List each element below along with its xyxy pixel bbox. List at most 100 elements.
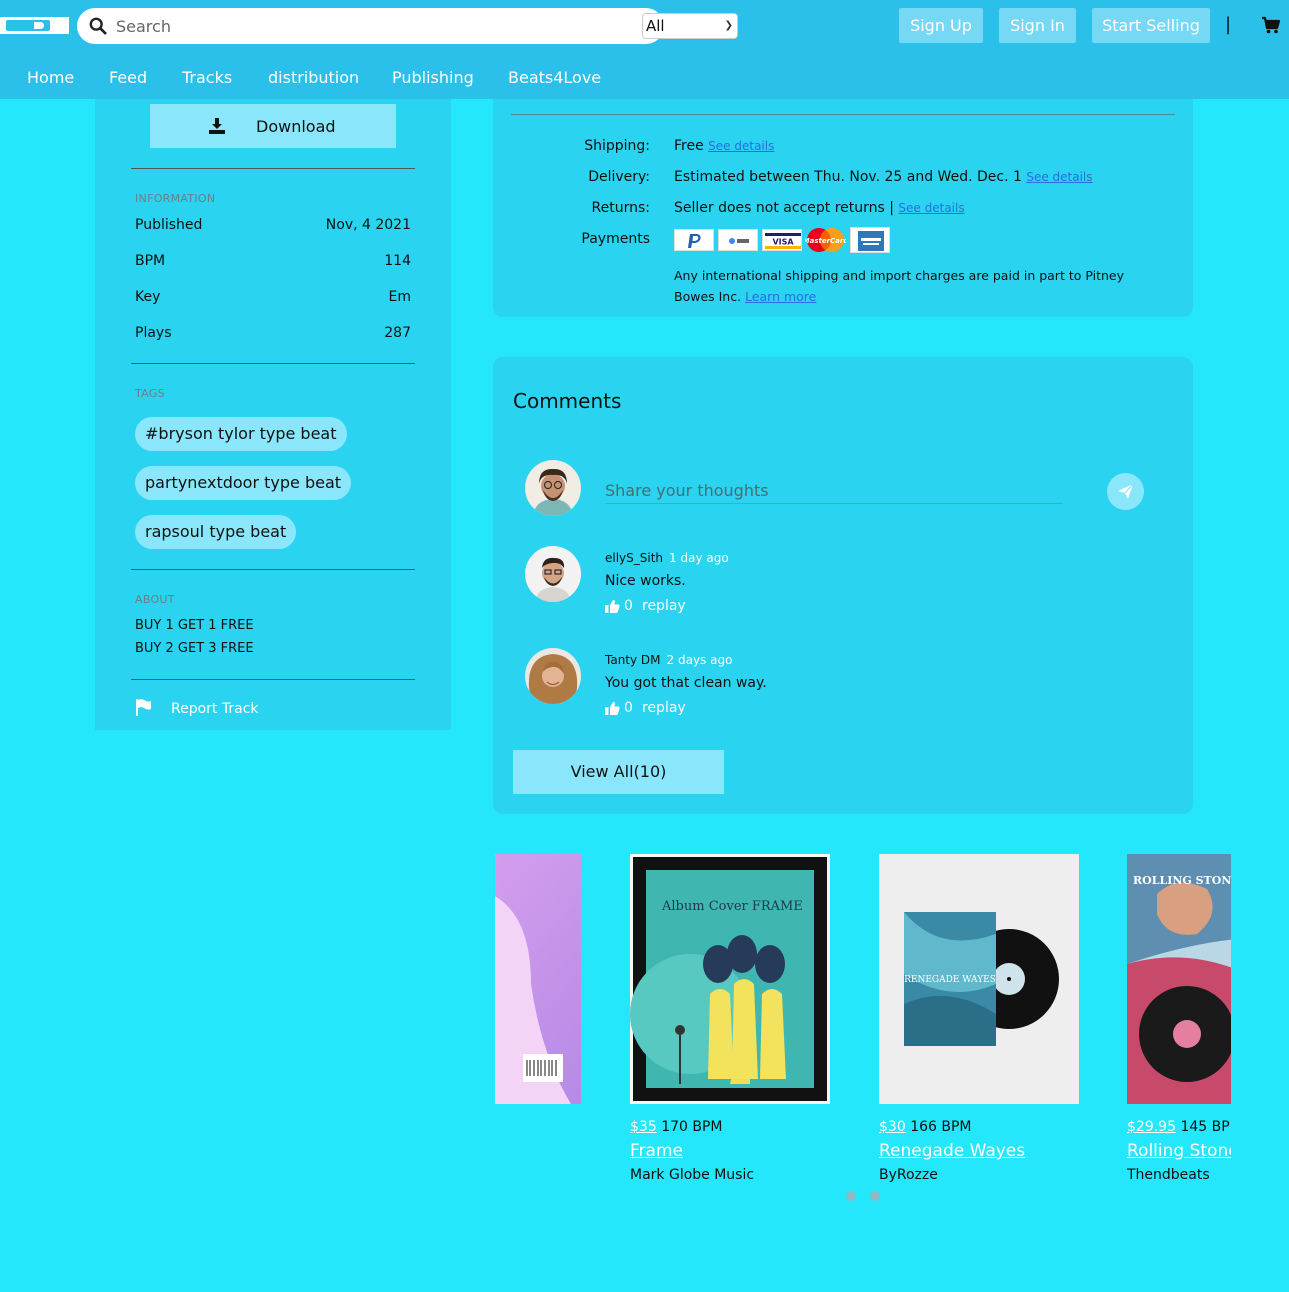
mastercard-icon: MasterCard [803,227,849,253]
nav-home[interactable]: Home [27,68,74,87]
download-icon [209,118,225,134]
divider [131,363,415,364]
divider [511,114,1175,115]
shipping-label: Shipping: [584,138,650,154]
returns-value: Seller does not accept returns | See det… [674,200,965,216]
product-price[interactable]: $29.95 [1127,1119,1176,1135]
delivery-label: Delivery: [588,169,650,185]
thumbs-up-icon[interactable] [605,599,620,613]
tags-title: TAGS [135,387,165,400]
site-logo[interactable] [0,17,69,34]
shipping-note: Any international shipping and import ch… [674,265,1134,307]
info-value: 114 [384,253,411,269]
header-separator: | [1225,14,1232,35]
svg-text:VISA: VISA [772,238,794,247]
information-title: INFORMATION [135,192,216,205]
sign-in-button[interactable]: Sign In [999,8,1076,43]
info-published: Published Nov, 4 2021 [135,217,411,233]
product-artist[interactable]: Mark Globe Music [630,1167,754,1183]
product-price[interactable]: $30 [879,1119,906,1135]
product-meta: $35 170 BPM [630,1119,723,1135]
product-title[interactable]: Frame [630,1141,683,1161]
comment-text: You got that clean way. [605,675,767,691]
product-artwork[interactable] [495,854,581,1104]
tag-chip[interactable]: rapsoul type beat [135,515,297,549]
comments-panel: Comments ellyS_Sith1 day [493,357,1193,814]
reply-button[interactable]: replay [642,598,686,614]
comment-input[interactable] [605,478,1063,504]
divider [131,679,415,680]
product-price[interactable]: $35 [630,1119,657,1135]
nav-distribution[interactable]: distribution [268,68,359,87]
product-title[interactable]: Renegade Wayes [879,1141,1025,1161]
carousel-dot[interactable] [870,1191,880,1201]
download-label: Download [256,117,336,136]
category-select[interactable]: All ❯ [642,13,738,39]
info-value: Nov, 4 2021 [325,217,411,233]
nav-feed[interactable]: Feed [109,68,147,87]
send-icon [1118,483,1134,499]
nav-publishing[interactable]: Publishing [392,68,474,87]
shipping-value: Free See details [674,138,774,154]
product-artwork[interactable]: ROLLING STONES [1127,854,1231,1104]
carousel-dot[interactable] [846,1191,856,1201]
category-select-value: All [646,17,665,35]
comment-meta: Tanty DM 2 days ago [605,653,732,667]
product-title[interactable]: Rolling Stone [1127,1141,1231,1161]
comment-username[interactable]: Tanty DM [605,653,661,667]
chevron-down-icon: ❯ [724,20,733,31]
info-label: Key [135,289,161,305]
paypal-icon [674,229,714,251]
product-artwork[interactable]: Album Cover FRAME [630,854,830,1104]
search-icon[interactable] [89,17,107,35]
track-sidebar: Download INFORMATION Published Nov, 4 20… [95,99,451,730]
comment-time: 1 day ago [669,551,729,565]
view-all-comments-button[interactable]: View All(10) [513,750,724,794]
start-selling-button[interactable]: Start Selling [1092,8,1210,43]
tag-chip[interactable]: partynextdoor type beat [135,466,352,500]
nav-beats4love[interactable]: Beats4Love [508,68,601,87]
delivery-details-link[interactable]: See details [1026,170,1092,184]
info-key: Key Em [135,289,411,305]
tag-chip[interactable]: #bryson tylor type beat [135,417,347,451]
shipping-panel: Shipping: Free See details Delivery: Est… [493,99,1193,317]
returns-label: Returns: [591,200,650,216]
returns-details-link[interactable]: See details [898,201,964,215]
product-artwork[interactable]: RENEGADE WAYES [879,854,1079,1104]
divider [131,569,415,570]
google-pay-icon [718,229,758,251]
info-label: Plays [135,325,172,341]
send-comment-button[interactable] [1107,473,1144,510]
about-title: ABOUT [135,593,175,606]
artwork-title-text: RENEGADE WAYES [904,975,996,985]
flag-icon [136,699,151,716]
download-button[interactable]: Download [150,104,396,148]
info-label: Published [135,217,203,233]
reply-button[interactable]: replay [642,700,686,716]
like-count: 0 [624,700,633,716]
product-artist[interactable]: Thendbeats [1127,1167,1210,1183]
search-input[interactable] [116,15,536,37]
payments-label: Payments [581,231,650,247]
shipping-details-link[interactable]: See details [708,139,774,153]
cart-icon[interactable] [1261,16,1281,34]
info-value: Em [388,289,411,305]
search-bar: All ❯ [77,8,738,44]
artwork-title-text: ROLLING STONES [1133,874,1231,887]
comment-meta: ellyS_Sith 1 day ago [605,551,729,565]
product-meta: $30 166 BPM [879,1119,972,1135]
comment-text: Nice works. [605,573,686,589]
shipping-note-text: Any international shipping and import ch… [674,268,1124,304]
sign-up-button[interactable]: Sign Up [899,8,983,43]
thumbs-up-icon[interactable] [605,701,620,715]
product-meta: $29.95 145 BPM [1127,1119,1231,1135]
comment-username[interactable]: ellyS_Sith [605,551,663,565]
divider [131,168,415,169]
product-bpm: 170 BPM [661,1119,723,1135]
product-artist[interactable]: ByRozze [879,1167,938,1183]
commenter-avatar [525,546,581,602]
amex-icon [850,227,890,253]
visa-icon: VISA [762,229,802,251]
learn-more-link[interactable]: Learn more [745,289,816,304]
nav-tracks[interactable]: Tracks [182,68,232,87]
